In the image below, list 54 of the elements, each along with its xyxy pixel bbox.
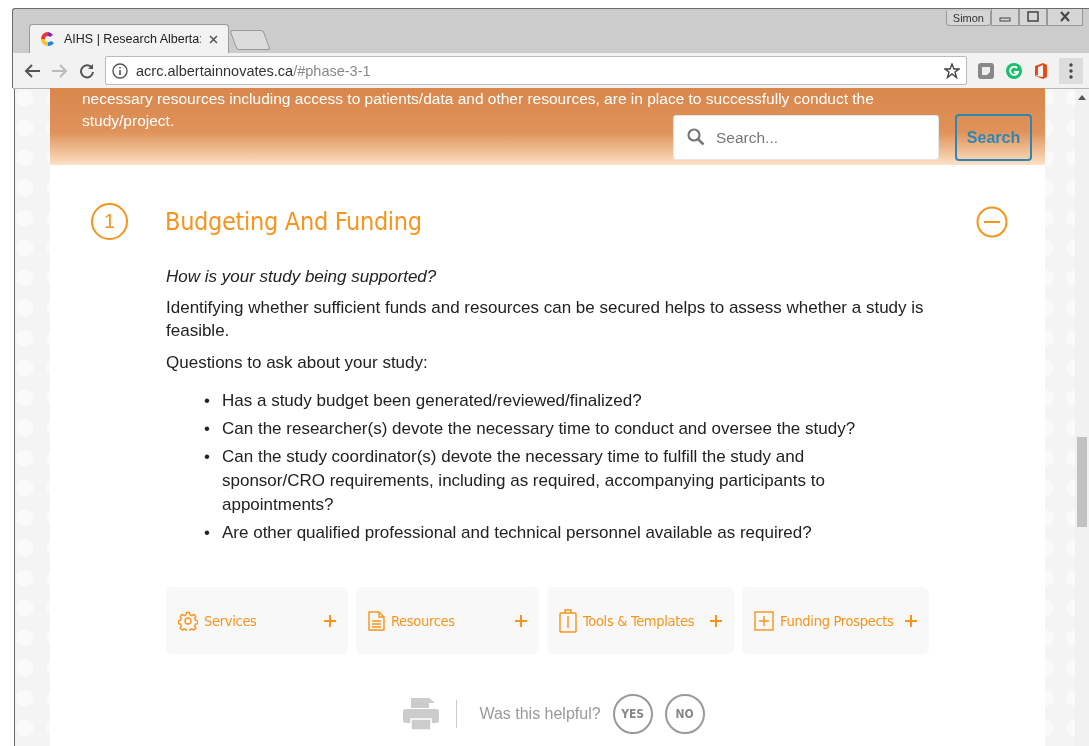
feedback-button[interactable]: NO — [664, 694, 705, 734]
profile-button[interactable]: Simon — [945, 11, 991, 26]
step-number: 1 — [91, 203, 128, 240]
plus-icon — [905, 614, 917, 627]
bullet-marker: • — [204, 418, 211, 440]
feedback-prompt: Was this helpful? — [479, 705, 601, 723]
scroll-thumb[interactable] — [1077, 437, 1087, 527]
forward-icon[interactable] — [51, 62, 69, 79]
bullet-item: Has a study budget been generated/reviewed/finalized? — [222, 390, 642, 412]
scrollbar[interactable] — [1075, 88, 1089, 746]
plus-icon — [710, 614, 722, 627]
resource-card[interactable]: Services — [166, 587, 348, 654]
section-question: How is your study being supported? — [166, 266, 438, 288]
extension-icon[interactable] — [1033, 61, 1049, 80]
section-title[interactable]: Budgeting And Funding — [165, 207, 939, 236]
scroll-up-icon[interactable] — [1078, 94, 1086, 100]
back-icon[interactable] — [23, 62, 41, 79]
feedback-button[interactable]: YES — [612, 694, 653, 734]
browser-tab[interactable]: AIHS | Research Alberta: — [29, 24, 229, 53]
search-field[interactable]: Search... — [673, 115, 939, 160]
star-icon[interactable] — [944, 62, 960, 79]
resource-card[interactable]: Funding Prospects — [742, 587, 929, 654]
clipboard-icon — [559, 608, 577, 633]
bullet-marker: • — [204, 522, 211, 544]
bullet-marker: • — [204, 390, 211, 412]
menu-icon[interactable] — [1059, 57, 1083, 84]
extension-icon[interactable] — [977, 61, 995, 80]
address-bar[interactable]: acrc.albertainnovates.ca/#phase-3-1 — [105, 56, 967, 85]
site-logo-icon — [40, 31, 56, 47]
bullet-marker: • — [204, 446, 211, 468]
close-icon[interactable] — [1047, 9, 1083, 26]
bullet-item: Can the researcher(s) devote the necessary time to conduct and oversee the study? — [222, 418, 856, 440]
paragraph: Questions to ask about your study: — [166, 352, 429, 374]
collapse-icon[interactable] — [976, 205, 1008, 238]
bullet-item: Are other qualified professional and technical personnel available as required? — [222, 522, 812, 544]
maximize-icon[interactable] — [1019, 9, 1047, 26]
plus-box-icon — [754, 610, 774, 631]
paragraph: Identifying whether sufficient funds and resources can be secured helps to assess whether a study is feasible. — [166, 297, 924, 342]
search-icon — [687, 128, 705, 146]
bullet-item: Can the study coordinator(s) devote the necessary time to fulfill the study and sponsor/CRO requirements, including as required, accompanying participants to appointments? — [222, 446, 826, 516]
tab-title: AIHS | Research Alberta: — [64, 32, 201, 46]
close-icon[interactable] — [209, 34, 218, 44]
info-icon[interactable] — [112, 62, 128, 79]
search-button[interactable]: Search — [955, 114, 1032, 161]
minimize-icon[interactable] — [991, 9, 1019, 26]
new-tab-button[interactable] — [229, 30, 271, 50]
document-icon — [368, 610, 385, 631]
extension-icon[interactable] — [1005, 61, 1023, 80]
reload-icon[interactable] — [79, 62, 95, 79]
plus-icon — [515, 614, 527, 627]
resource-card[interactable]: Tools & Templates — [547, 587, 734, 654]
plus-icon — [324, 614, 336, 627]
gear-icon — [178, 610, 198, 631]
resource-card[interactable]: Resources — [356, 587, 539, 654]
